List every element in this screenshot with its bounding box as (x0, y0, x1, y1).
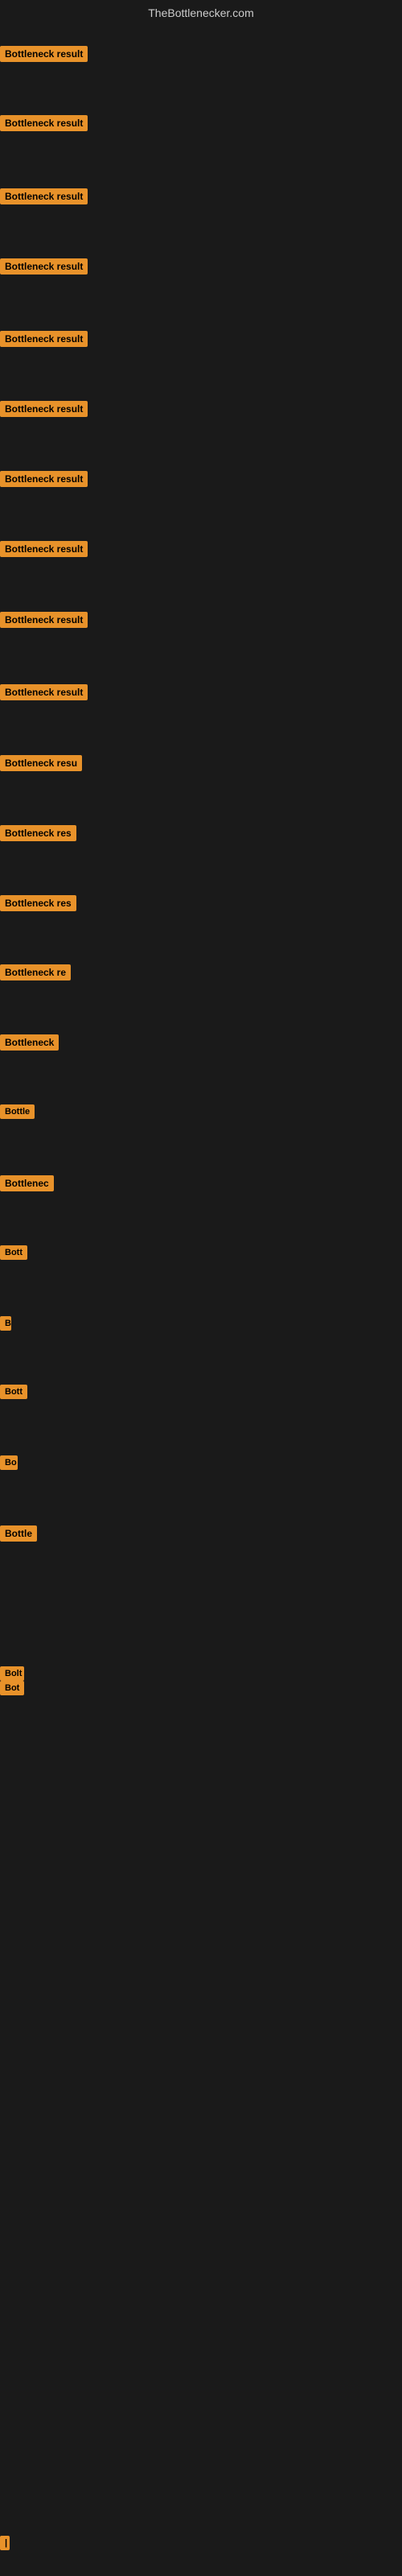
badge-row-8: Bottleneck result (0, 541, 88, 561)
bottleneck-result-badge: Bottleneck result (0, 115, 88, 131)
bottleneck-result-badge: Bolt (0, 1666, 24, 1681)
badge-row-10: Bottleneck result (0, 684, 88, 704)
badge-row-1: Bottleneck result (0, 46, 88, 66)
site-title: TheBottlenecker.com (0, 0, 402, 23)
badge-row-3: Bottleneck result (0, 188, 88, 208)
badge-row-14: Bottleneck re (0, 964, 71, 985)
bottleneck-result-badge: Bo (0, 1455, 18, 1470)
badge-row-22: Bottle (0, 1525, 37, 1546)
bottleneck-result-badge: Bottleneck result (0, 401, 88, 417)
badge-row-19: B (0, 1316, 11, 1335)
bottleneck-result-badge: Bott (0, 1245, 27, 1260)
bottleneck-result-badge: Bottleneck re (0, 964, 71, 980)
badge-row-6: Bottleneck result (0, 401, 88, 421)
badge-row-21: Bo (0, 1455, 18, 1474)
bottleneck-result-badge: Bottle (0, 1104, 35, 1119)
bottleneck-result-badge: Bottlenec (0, 1175, 54, 1191)
badge-row-2: Bottleneck result (0, 115, 88, 135)
bottleneck-result-badge: Bottle (0, 1525, 37, 1542)
bottleneck-result-badge: Bottleneck result (0, 46, 88, 62)
bottleneck-result-badge: Bottleneck res (0, 825, 76, 841)
badge-row-11: Bottleneck resu (0, 755, 82, 775)
badge-row-16: Bottle (0, 1104, 35, 1123)
badge-row-9: Bottleneck result (0, 612, 88, 632)
bottleneck-result-badge: Bottleneck res (0, 895, 76, 911)
bottleneck-result-badge: Bottleneck result (0, 684, 88, 700)
bottleneck-result-badge: | (0, 2536, 10, 2550)
badge-row-4: Bottleneck result (0, 258, 88, 279)
bottleneck-result-badge: Bottleneck result (0, 541, 88, 557)
bottleneck-result-badge: Bottleneck result (0, 188, 88, 204)
badge-row-20: Bott (0, 1385, 27, 1403)
bottleneck-result-badge: Bot (0, 1681, 24, 1695)
badge-row-26: | (0, 2536, 10, 2554)
bottleneck-result-badge: Bottleneck result (0, 471, 88, 487)
bottleneck-result-badge: Bottleneck result (0, 258, 88, 275)
bottleneck-result-badge: Bottleneck resu (0, 755, 82, 771)
badge-row-12: Bottleneck res (0, 825, 76, 845)
badge-row-17: Bottlenec (0, 1175, 54, 1195)
badge-row-25: Bot (0, 1681, 24, 1699)
badge-row-7: Bottleneck result (0, 471, 88, 491)
bottleneck-result-badge: Bottleneck (0, 1034, 59, 1051)
badge-row-5: Bottleneck result (0, 331, 88, 351)
bottleneck-result-badge: Bottleneck result (0, 612, 88, 628)
badge-row-18: Bott (0, 1245, 27, 1264)
bottleneck-result-badge: Bottleneck result (0, 331, 88, 347)
badge-row-15: Bottleneck (0, 1034, 59, 1055)
bottleneck-result-badge: Bott (0, 1385, 27, 1399)
bottleneck-result-badge: B (0, 1316, 11, 1331)
badge-row-13: Bottleneck res (0, 895, 76, 915)
